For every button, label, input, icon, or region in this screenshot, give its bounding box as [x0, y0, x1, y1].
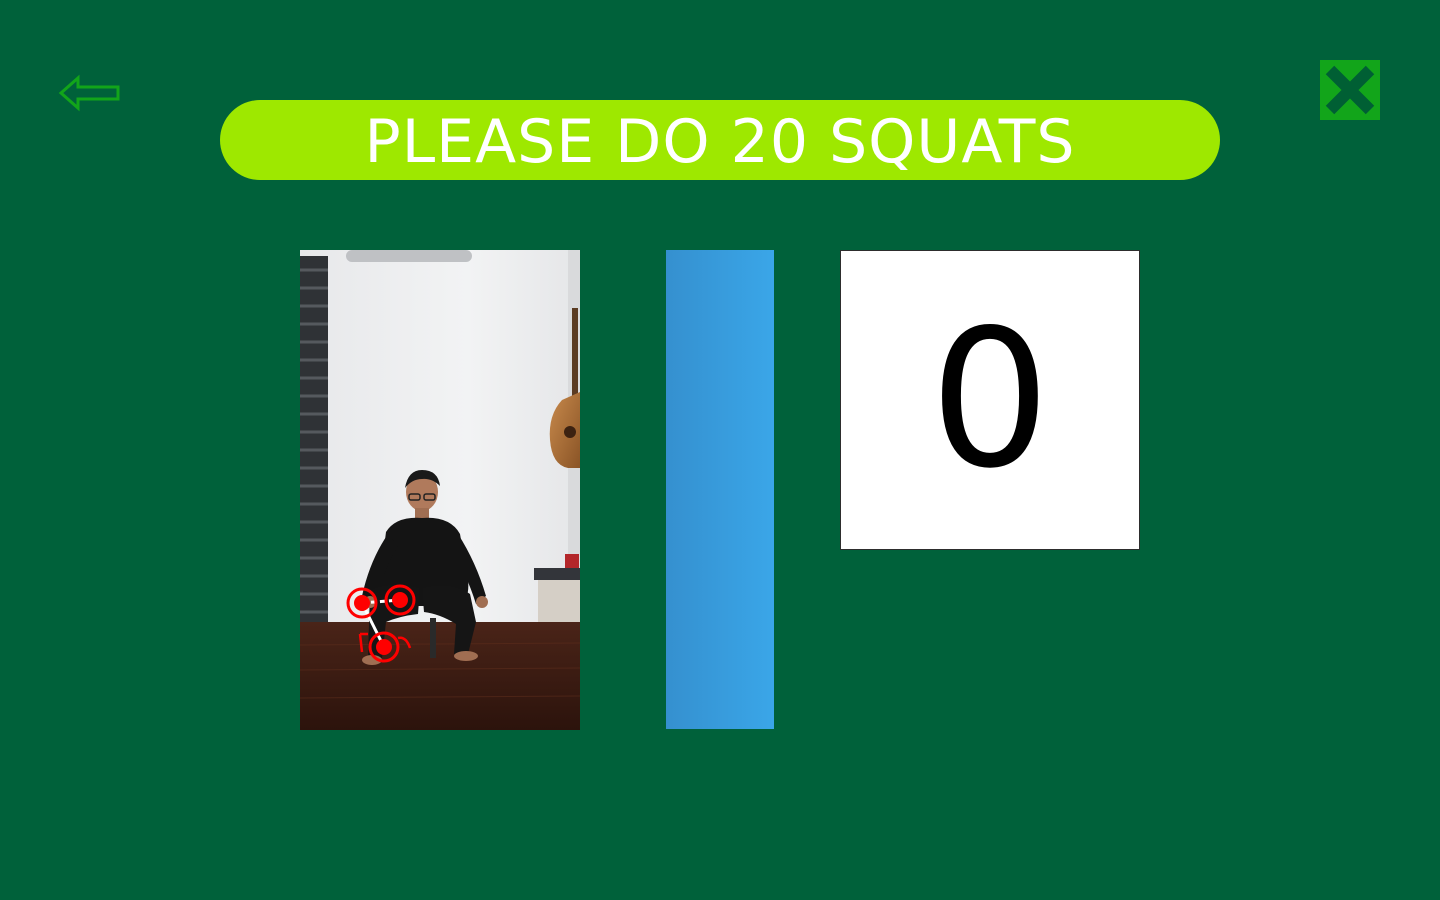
progress-fill	[666, 250, 774, 729]
camera-frame	[300, 250, 580, 730]
pose-keypoint	[392, 592, 408, 608]
rep-counter: 0	[840, 250, 1140, 550]
ceiling-unit	[346, 250, 472, 262]
floor	[300, 622, 580, 730]
window-blinds	[300, 256, 328, 626]
squat-trainer-screen: PLEASE DO 20 SQUATS 0	[0, 0, 1440, 900]
close-x-icon	[1325, 65, 1375, 115]
instruction-banner: PLEASE DO 20 SQUATS	[220, 100, 1220, 180]
pose-keypoint	[376, 639, 392, 655]
camera-feed	[300, 250, 580, 730]
rep-count: 0	[929, 289, 1051, 510]
squat-progress-bar	[666, 250, 774, 729]
chair-leg	[430, 618, 436, 658]
pose-keypoint	[354, 595, 370, 611]
left-arrow-icon	[58, 74, 120, 112]
close-button[interactable]	[1320, 60, 1380, 120]
back-button[interactable]	[56, 70, 124, 116]
instruction-text: PLEASE DO 20 SQUATS	[364, 107, 1076, 177]
